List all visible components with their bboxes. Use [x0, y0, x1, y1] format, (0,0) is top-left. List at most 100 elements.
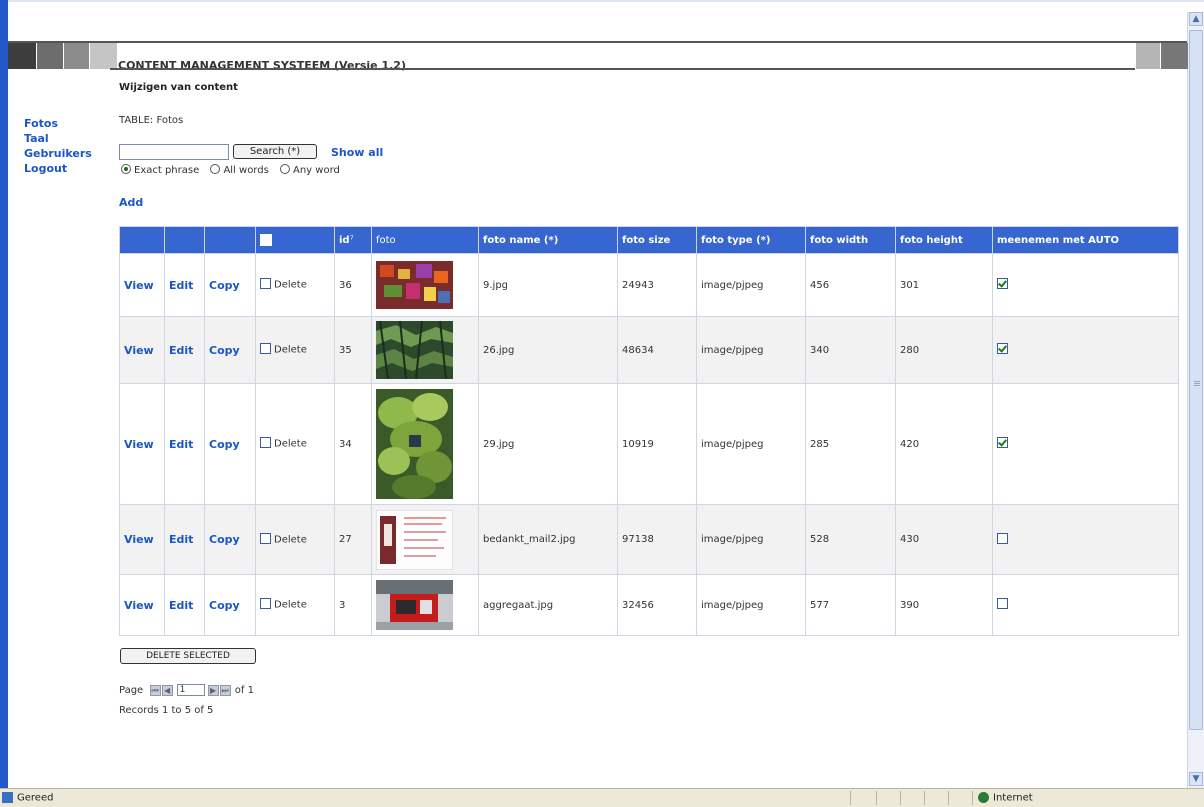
nav-item-logout[interactable]: Logout: [24, 161, 92, 176]
show-all-link[interactable]: Show all: [331, 146, 383, 159]
col-header-foto-height[interactable]: foto height: [895, 226, 993, 254]
view-link[interactable]: View: [119, 253, 165, 317]
nav-item-gebruikers[interactable]: Gebruikers: [24, 146, 92, 161]
header-block: [1161, 43, 1188, 69]
edit-link[interactable]: Edit: [164, 316, 205, 384]
cell-foto-name: 29.jpg: [478, 383, 618, 505]
search-input[interactable]: [119, 144, 229, 160]
sort-arrow-icon: ⁷: [349, 234, 354, 246]
records-table: id⁷ foto foto name (*) foto size foto ty…: [119, 226, 1179, 636]
cell-foto-name: bedankt_mail2.jpg: [478, 504, 618, 575]
copy-link[interactable]: Copy: [204, 316, 256, 384]
auto-checkbox[interactable]: [997, 598, 1008, 609]
radio-all-words[interactable]: [210, 164, 221, 174]
edit-link-label: Edit: [169, 598, 194, 612]
auto-checkbox[interactable]: [997, 343, 1008, 354]
copy-link[interactable]: Copy: [204, 504, 256, 575]
delete-label: Delete: [274, 534, 307, 546]
col-header: [204, 226, 256, 254]
col-header: [164, 226, 205, 254]
delete-checkbox[interactable]: [260, 278, 271, 290]
col-header-select-all: [255, 226, 335, 254]
delete-checkbox[interactable]: [260, 437, 271, 449]
edit-link[interactable]: Edit: [164, 253, 205, 317]
auto-checkbox[interactable]: [997, 278, 1008, 289]
add-link[interactable]: Add: [119, 196, 143, 209]
radio-label: All words: [223, 165, 269, 176]
delete-label: Delete: [274, 344, 307, 356]
view-link[interactable]: View: [119, 316, 165, 384]
auto-checkbox[interactable]: [997, 532, 1008, 544]
copy-link-label: Copy: [209, 598, 240, 612]
view-link[interactable]: View: [119, 574, 165, 636]
scroll-down-icon[interactable]: ▼: [1189, 772, 1203, 786]
view-link[interactable]: View: [119, 504, 165, 575]
delete-checkbox[interactable]: [260, 598, 271, 610]
section-subtitle: Wijzigen van content: [119, 82, 238, 93]
col-header-foto-name[interactable]: foto name (*): [478, 226, 618, 254]
delete-checkbox[interactable]: [260, 343, 271, 355]
view-link-label: View: [124, 343, 154, 357]
vertical-scrollbar[interactable]: ▲ ▼: [1187, 12, 1204, 788]
cell-foto: [371, 316, 479, 384]
delete-cell: Delete: [255, 574, 335, 636]
auto-checkbox[interactable]: [997, 437, 1008, 448]
next-page-icon[interactable]: ▶: [207, 684, 219, 696]
col-header-foto-size[interactable]: foto size: [617, 226, 697, 254]
first-page-icon[interactable]: ⏮: [149, 684, 161, 696]
status-left: Gereed: [2, 792, 53, 804]
delete-cell: Delete: [255, 504, 335, 575]
edit-link[interactable]: Edit: [164, 383, 205, 505]
status-zone: Internet: [978, 792, 1033, 804]
cell-foto-name: 9.jpg: [478, 253, 618, 317]
cell-auto: [992, 574, 1179, 636]
nav-item-fotos[interactable]: Fotos: [24, 116, 92, 131]
col-header-foto-type[interactable]: foto type (*): [696, 226, 806, 254]
copy-link[interactable]: Copy: [204, 574, 256, 636]
delete-label: Delete: [274, 279, 307, 291]
status-divider: [948, 791, 949, 805]
zone-text: Internet: [993, 792, 1033, 804]
delete-selected-button[interactable]: DELETE SELECTED: [120, 648, 256, 664]
cell-foto-size: 97138: [617, 504, 697, 575]
scroll-thumb[interactable]: [1189, 30, 1203, 730]
prev-page-icon[interactable]: ◀: [161, 684, 173, 696]
thumbnail-image: [376, 389, 453, 499]
col-header-auto[interactable]: meenemen met AUTO: [992, 226, 1179, 254]
pager-label: Page: [119, 685, 144, 696]
edit-link[interactable]: Edit: [164, 574, 205, 636]
col-header-foto-width[interactable]: foto width: [805, 226, 896, 254]
copy-link-label: Copy: [209, 533, 240, 546]
search-button[interactable]: Search (*): [233, 144, 317, 159]
view-link[interactable]: View: [119, 383, 165, 505]
table-row: View Edit Copy Delete 27 bedankt_mail2.j…: [119, 504, 1179, 575]
radio-any-word[interactable]: [280, 164, 290, 174]
copy-link[interactable]: Copy: [204, 253, 256, 317]
delete-label: Delete: [274, 599, 307, 611]
cell-foto-type: image/pjpeg: [696, 316, 806, 384]
cell-foto-size: 10919: [617, 383, 697, 505]
scroll-up-icon[interactable]: ▲: [1189, 12, 1203, 26]
cell-foto-width: 340: [805, 316, 896, 384]
copy-link[interactable]: Copy: [204, 383, 256, 505]
cell-foto-height: 430: [895, 504, 993, 575]
status-divider: [876, 791, 877, 805]
delete-checkbox[interactable]: [260, 532, 271, 544]
copy-link-label: Copy: [209, 278, 240, 292]
select-all-checkbox[interactable]: [260, 234, 272, 246]
radio-exact-phrase[interactable]: [121, 164, 131, 174]
header-block: [8, 43, 36, 69]
nav-item-taal[interactable]: Taal: [24, 131, 92, 146]
radio-label: Any word: [293, 165, 340, 176]
status-divider: [924, 791, 925, 805]
col-header-foto[interactable]: foto: [371, 226, 479, 254]
header-block: [64, 43, 89, 69]
page-input[interactable]: 1: [176, 684, 205, 696]
col-header-id[interactable]: id⁷: [334, 226, 372, 254]
last-page-icon[interactable]: ⏭: [219, 684, 231, 696]
pager-total: of 1: [234, 685, 254, 696]
pager: Page ⏮ ◀ 1 ▶ ⏭ of 1: [119, 684, 254, 700]
thumbnail-image: [376, 261, 453, 309]
edit-link[interactable]: Edit: [164, 504, 205, 575]
ie-page-icon: [2, 792, 13, 803]
